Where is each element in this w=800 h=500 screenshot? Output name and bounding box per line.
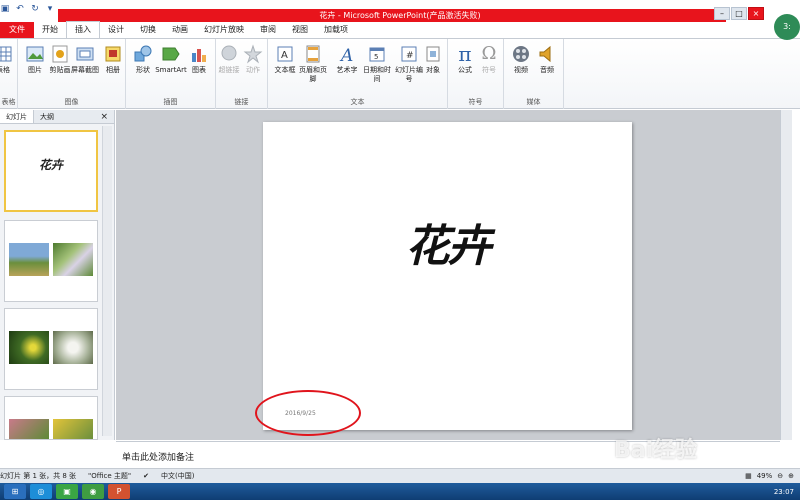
tab-design[interactable]: 设计	[100, 22, 132, 38]
tab-view[interactable]: 视图	[284, 22, 316, 38]
tab-slideshow[interactable]: 幻灯片放映	[196, 22, 252, 38]
close-button[interactable]: ×	[748, 7, 764, 20]
taskbar-app-icon[interactable]: ◎	[30, 484, 52, 499]
speaker-icon	[539, 45, 551, 63]
symbol-button[interactable]: Ω 符号	[472, 44, 506, 75]
highlight-ellipse	[255, 390, 361, 436]
svg-text:#: #	[406, 51, 414, 61]
ribbon: 表格 表格 图片 剪贴画 屏幕截图 相册 图像	[0, 39, 800, 109]
browser-icon[interactable]: ◉	[82, 484, 104, 499]
window-controls: – □ ×	[714, 7, 764, 20]
action-button[interactable]: 动作	[236, 44, 270, 75]
screenshot-icon	[76, 47, 94, 61]
tab-transitions[interactable]: 切换	[132, 22, 164, 38]
header-footer-icon	[306, 45, 320, 63]
picture-icon	[26, 46, 44, 62]
header-footer-button[interactable]: 页眉和页脚	[296, 44, 330, 84]
thumbnail-photo	[9, 243, 49, 276]
tab-animations[interactable]: 动画	[164, 22, 196, 38]
video-reel-icon	[513, 46, 529, 62]
svg-text:A: A	[339, 46, 353, 64]
spellcheck-icon[interactable]: ✔	[143, 472, 149, 480]
thumbnail-photo	[53, 331, 93, 364]
current-slide[interactable]: 花卉 2016/9/25	[263, 122, 632, 430]
maximize-button[interactable]: □	[731, 7, 747, 20]
taskbar-app-icon[interactable]: ▣	[56, 484, 78, 499]
powerpoint-taskbar-icon[interactable]: P	[108, 484, 130, 499]
date-time-button[interactable]: 5 日期和时间	[360, 44, 394, 84]
slide-thumbnail-2[interactable]	[4, 220, 98, 302]
tab-slides[interactable]: 幻灯片	[0, 110, 34, 123]
thumbnail-photo	[53, 419, 93, 439]
taskbar-clock[interactable]: 23:07	[774, 488, 800, 496]
zoom-out-icon[interactable]: ⊖	[777, 472, 783, 480]
slide-counter: 幻灯片 第 1 张，共 8 张	[0, 472, 77, 480]
ribbon-tabs: 文件 开始 插入 设计 切换 动画 幻灯片放映 审阅 视图 加载项	[0, 21, 800, 39]
language[interactable]: 中文(中国)	[161, 471, 194, 481]
zoom-level[interactable]: 49%	[757, 472, 773, 480]
wordart-icon: A	[339, 46, 353, 64]
thumbnail-photo	[9, 419, 49, 439]
chart-button[interactable]: 图表	[182, 44, 216, 75]
baidu-watermark: Bai经验	[614, 438, 698, 463]
slides-panel: 幻灯片 大纲 × 花卉	[0, 110, 115, 440]
group-media: 视频 音频 媒体	[504, 39, 564, 109]
svg-text:A: A	[281, 50, 288, 61]
slide-thumbnail-3[interactable]	[4, 308, 98, 390]
group-illustrations: 形状 SmartArt 图表 插图	[126, 39, 216, 109]
tab-insert[interactable]: 插入	[66, 21, 100, 38]
canvas-scrollbar[interactable]	[780, 110, 792, 440]
start-button[interactable]: ⊞	[4, 484, 26, 499]
status-bar: 幻灯片 第 1 张，共 8 张 "Office 主题" ✔ 中文(中国) ▦ 4…	[0, 468, 800, 483]
view-controls: ▦ 49% ⊖ ⊕	[745, 472, 800, 480]
table-icon	[0, 46, 12, 62]
close-panel-icon[interactable]: ×	[94, 110, 114, 123]
minimize-button[interactable]: –	[714, 7, 730, 20]
svg-text:5: 5	[374, 53, 378, 61]
slide-title[interactable]: 花卉	[263, 210, 632, 274]
thumbnail-title: 花卉	[38, 158, 63, 172]
textbox-icon: A	[277, 46, 293, 62]
tab-outline[interactable]: 大纲	[34, 110, 60, 123]
group-symbols: π 公式 Ω 符号 符号	[448, 39, 504, 109]
calendar-icon: 5	[369, 47, 385, 62]
tab-review[interactable]: 审阅	[252, 22, 284, 38]
slide-thumbnail-1[interactable]: 花卉	[4, 130, 98, 212]
window-title: 花卉 - Microsoft PowerPoint(产品激活失败)	[319, 11, 481, 20]
normal-view-icon[interactable]: ▦	[745, 472, 752, 480]
audio-button[interactable]: 音频	[530, 44, 564, 75]
group-text: A 文本框 页眉和页脚 A 艺术字 5 日期和时间 # 幻灯片编号 对象 文本	[268, 39, 448, 109]
group-images: 图片 剪贴画 屏幕截图 相册 图像	[18, 39, 126, 109]
chart-icon	[192, 49, 206, 62]
table-button[interactable]: 表格	[0, 44, 20, 75]
omega-icon: Ω	[481, 43, 497, 64]
group-links: 超链接 动作 链接	[216, 39, 268, 109]
theme-name: "Office 主题"	[88, 472, 132, 480]
object-button[interactable]: 对象	[416, 44, 450, 75]
wordart-button[interactable]: A 艺术字	[330, 44, 364, 75]
shapes-icon	[134, 45, 152, 62]
tab-file[interactable]: 文件	[0, 22, 34, 38]
panel-scrollbar[interactable]	[102, 126, 112, 436]
windows-taskbar: ⊞ ◎ ▣ ◉ P 23:07	[0, 483, 800, 500]
group-tables: 表格 表格	[0, 39, 18, 109]
smartart-icon	[162, 47, 180, 61]
avatar[interactable]: 3:	[774, 14, 800, 40]
clipart-icon	[52, 45, 68, 63]
object-icon	[426, 46, 440, 62]
panel-tabs: 幻灯片 大纲 ×	[0, 110, 114, 124]
slide-canvas: 花卉 2016/9/25	[116, 110, 780, 440]
title-bar: ▣ ↶ ↻ ▾ 花卉 - Microsoft PowerPoint(产品激活失败…	[0, 0, 800, 22]
zoom-in-icon[interactable]: ⊕	[788, 472, 794, 480]
photo-album-button[interactable]: 相册	[96, 44, 130, 75]
action-icon	[243, 44, 263, 64]
slide-thumbnail-4[interactable]	[4, 396, 98, 440]
tab-home[interactable]: 开始	[34, 22, 66, 38]
tab-addins[interactable]: 加载项	[316, 22, 356, 38]
thumbnail-photo	[53, 243, 93, 276]
photo-album-icon	[105, 46, 121, 62]
powerpoint-window: ▣ ↶ ↻ ▾ 花卉 - Microsoft PowerPoint(产品激活失败…	[0, 0, 800, 500]
thumbnail-photo	[9, 331, 49, 364]
